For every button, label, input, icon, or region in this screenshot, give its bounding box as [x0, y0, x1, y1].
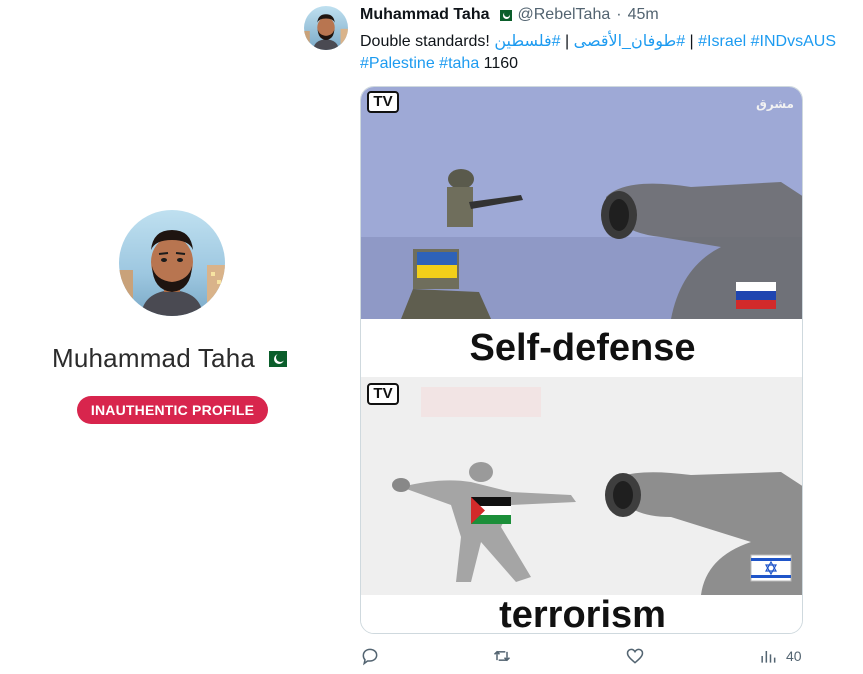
inauthentic-profile-badge: INAUTHENTIC PROFILE: [77, 396, 268, 424]
tweet-timestamp[interactable]: 45m: [628, 6, 659, 24]
tweet-text: Double standards! #فلسطين | #طوفان_الأقص…: [360, 31, 855, 75]
tweet-text-suffix: 1160: [479, 55, 519, 72]
cartoon-panel-bottom: TV: [361, 377, 802, 595]
like-button[interactable]: [625, 646, 645, 666]
pakistan-flag-icon: [495, 9, 512, 21]
profile-display-name: Muhammad Taha: [52, 343, 256, 373]
tweet-header: Muhammad Taha @RebelTaha · 45m: [360, 6, 659, 24]
views-count: 40: [786, 648, 802, 664]
separator-dot: ·: [616, 6, 622, 23]
tweet-media-image[interactable]: TV مشرق Self-defense TV terrorism: [360, 86, 803, 634]
views-icon: [761, 651, 776, 663]
tweet-author-handle[interactable]: @RebelTaha: [518, 6, 611, 24]
tweet-separator: |: [560, 33, 574, 50]
cartoon-panel-top: TV مشرق: [361, 87, 802, 319]
tweet-separator: |: [685, 33, 699, 50]
views-button[interactable]: 40: [758, 646, 802, 666]
watermark: مشرق: [756, 97, 794, 111]
caption-self-defense: Self-defense: [361, 319, 802, 377]
tv-logo-icon: TV: [367, 383, 399, 405]
hashtag-link[interactable]: #فلسطين: [494, 33, 560, 50]
tweet-action-bar: 40: [360, 646, 810, 670]
heart-icon: [626, 648, 644, 664]
tweet-text-prefix: Double standards!: [360, 33, 495, 50]
profile-card: Muhammad Taha INAUTHENTIC PROFILE: [0, 0, 345, 674]
profile-name-row: Muhammad Taha: [52, 343, 288, 374]
pakistan-flag-icon: [263, 350, 288, 367]
tweet-author-avatar[interactable]: [304, 6, 348, 50]
reply-button[interactable]: [360, 646, 380, 666]
hashtag-link[interactable]: #Israel: [698, 33, 746, 50]
hashtag-link[interactable]: #Palestine: [360, 55, 435, 72]
retweet-icon: [493, 650, 511, 662]
hashtag-link[interactable]: #INDvsAUS: [751, 33, 836, 50]
caption-terrorism: terrorism: [361, 595, 802, 633]
hashtag-link[interactable]: #طوفان_الأقصى: [574, 33, 686, 50]
profile-avatar[interactable]: [119, 210, 225, 316]
reply-icon: [362, 648, 378, 666]
tweet-author-name[interactable]: Muhammad Taha: [360, 6, 490, 24]
retweet-button[interactable]: [492, 646, 512, 666]
hashtag-link[interactable]: #taha: [439, 55, 479, 72]
tv-logo-icon: TV: [367, 91, 399, 113]
